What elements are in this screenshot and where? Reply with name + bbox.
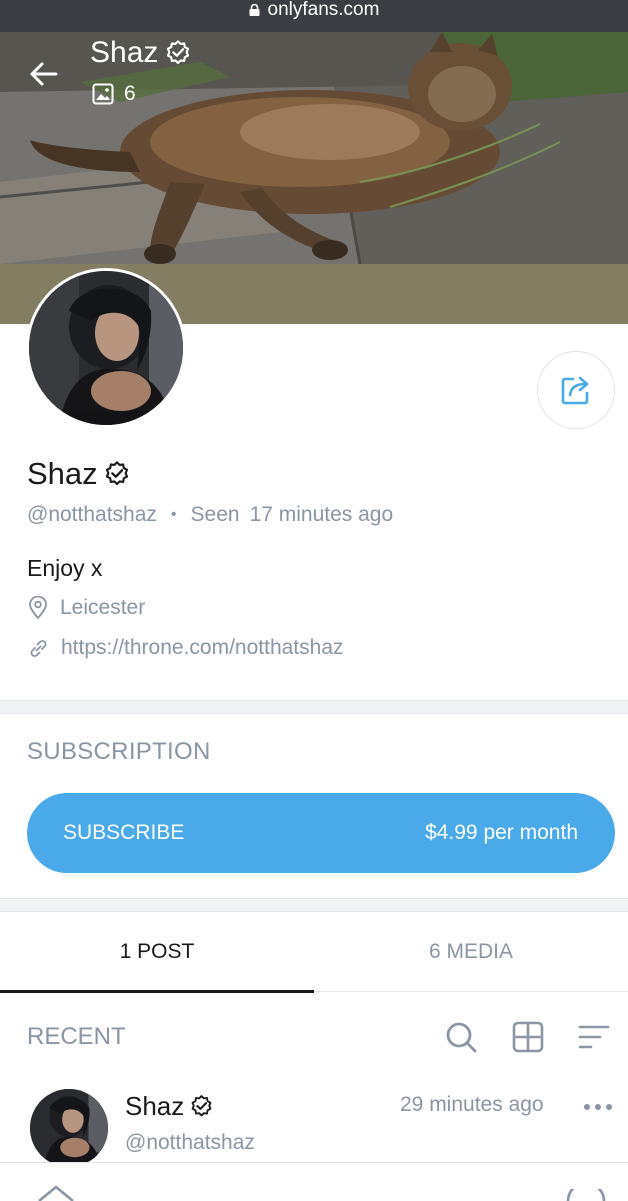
post-avatar[interactable] (30, 1089, 108, 1167)
verified-icon (105, 461, 128, 486)
profile-name: Shaz (27, 456, 131, 492)
post-author-name[interactable]: Shaz (125, 1091, 214, 1122)
tab-posts[interactable]: 1 POST (0, 912, 314, 993)
grid-icon (512, 1021, 544, 1053)
profile-handle: @notthatshaz (27, 503, 157, 526)
search-icon (446, 1022, 477, 1053)
avatar-image (29, 271, 183, 425)
recent-heading: RECENT (27, 1023, 126, 1050)
section-divider (0, 898, 628, 912)
back-arrow-icon[interactable] (26, 56, 62, 92)
separator-dot: • (170, 506, 177, 523)
home-icon[interactable] (37, 1185, 75, 1201)
media-count-text: 6 (124, 82, 136, 105)
subscribe-price: $4.99 per month (425, 821, 578, 844)
url-text: onlyfans.com (267, 0, 380, 20)
location-pin-icon (29, 596, 47, 620)
link-icon (30, 639, 47, 657)
tab-posts-label: 1 POST (119, 939, 195, 963)
handle-line: @notthatshaz • Seen 17 minutes ago (27, 503, 393, 527)
tab-media-label: 6 MEDIA (428, 939, 514, 963)
section-divider (0, 700, 628, 714)
profile-tabs: 1 POST 6 MEDIA (0, 912, 628, 993)
search-button[interactable] (444, 1020, 478, 1054)
profile-bio: Enjoy x (27, 555, 103, 581)
header-name: Shaz (90, 36, 192, 70)
avatar[interactable] (26, 268, 186, 428)
location-text: Leicester (60, 596, 146, 619)
profile-link[interactable]: https://throne.com/notthatshaz (28, 636, 344, 660)
header-media-count: 6 (92, 82, 136, 106)
verified-icon (167, 40, 190, 65)
avatar-image (30, 1089, 108, 1167)
seen-label: Seen (190, 503, 240, 526)
link-text[interactable]: https://throne.com/notthatshaz (61, 636, 344, 660)
grid-view-button[interactable] (512, 1021, 544, 1053)
profile-nav-icon[interactable] (566, 1189, 606, 1201)
share-icon (561, 376, 589, 405)
share-button[interactable] (537, 351, 615, 429)
recent-toolbar (444, 1020, 610, 1054)
header-name-text: Shaz (90, 36, 159, 69)
sort-button[interactable] (578, 1023, 610, 1051)
post-timestamp: 29 minutes ago (400, 1093, 544, 1116)
browser-url-bar[interactable]: onlyfans.com (0, 0, 628, 32)
subscription-heading: SUBSCRIPTION (27, 738, 211, 765)
lock-icon (249, 4, 260, 16)
image-icon (92, 83, 114, 105)
profile-name-text: Shaz (27, 456, 98, 491)
bottom-navigation (0, 1162, 628, 1201)
tab-media[interactable]: 6 MEDIA (314, 912, 628, 991)
seen-time: 17 minutes ago (249, 503, 394, 526)
sort-icon (578, 1025, 610, 1049)
profile-location: Leicester (28, 596, 145, 620)
subscribe-button[interactable]: SUBSCRIBE $4.99 per month (27, 793, 615, 873)
verified-icon (191, 1095, 212, 1117)
subscribe-label: SUBSCRIBE (63, 821, 185, 844)
more-options-icon[interactable] (583, 1093, 613, 1121)
post-author-handle: @notthatshaz (125, 1131, 255, 1154)
post-author-name-text: Shaz (125, 1091, 185, 1121)
